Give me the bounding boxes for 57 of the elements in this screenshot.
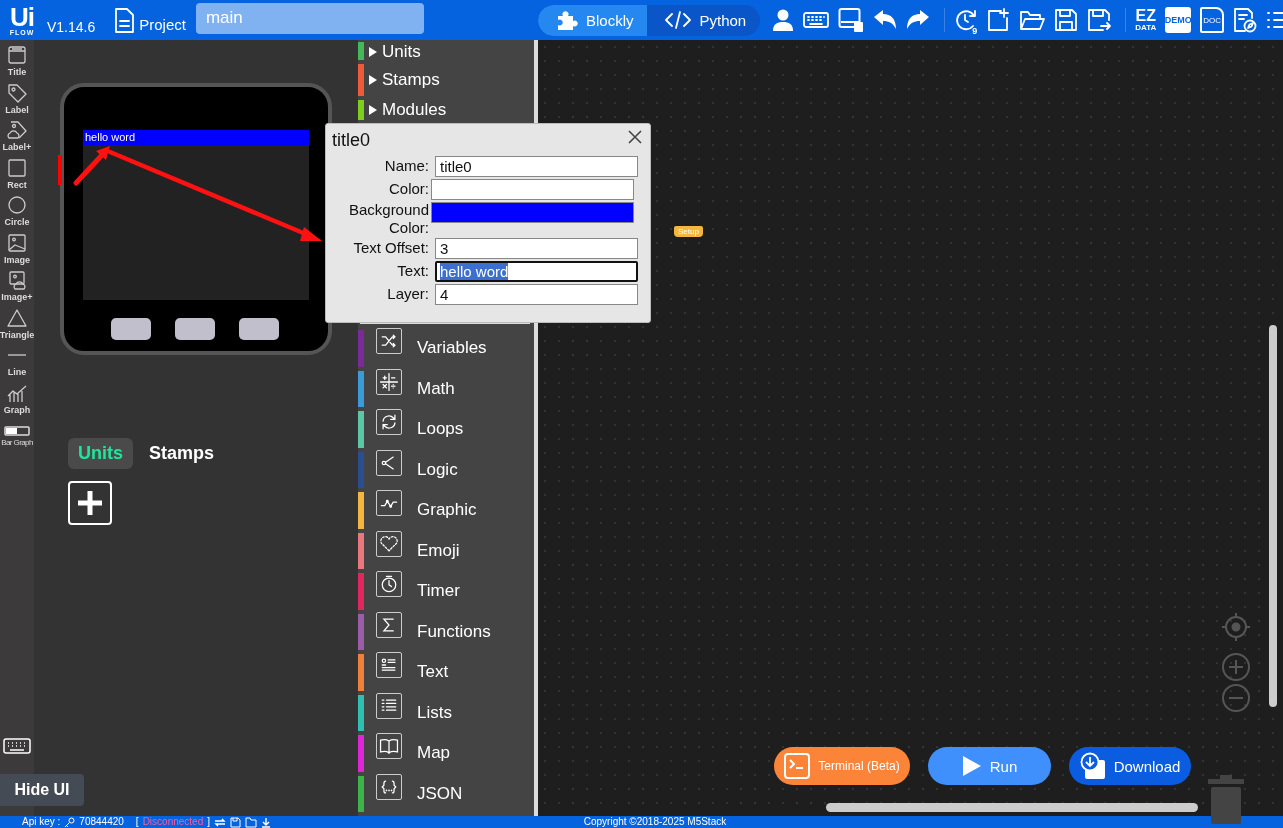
tool-button[interactable]: Line: [0, 342, 34, 380]
tool-button[interactable]: Circle: [0, 192, 34, 230]
field-label: Text Offset:: [352, 238, 430, 258]
api-key-label: Api key :: [22, 816, 61, 828]
input-field[interactable]: title0: [435, 156, 638, 177]
field-label: Layer:: [386, 284, 430, 304]
history-button[interactable]: 9: [954, 8, 978, 32]
category-item[interactable]: Text: [358, 652, 534, 693]
tool-button[interactable]: Label: [0, 79, 34, 117]
field-label: Name:: [383, 156, 430, 176]
connection-status: Disconnected: [142, 816, 204, 828]
mode-tab[interactable]: Python: [647, 4, 761, 36]
tool-button[interactable]: Bar Graph: [0, 417, 34, 455]
hide-ui-button[interactable]: Hide UI: [0, 774, 84, 806]
bracket-text: ]: [207, 816, 210, 828]
version-label: V1.14.6: [47, 19, 96, 35]
category-item[interactable]: Map: [358, 733, 534, 774]
panel-tab[interactable]: Units: [68, 438, 133, 469]
project-button[interactable]: Project: [113, 5, 186, 35]
category-item[interactable]: Modules: [358, 98, 534, 122]
input-field[interactable]: 4: [435, 284, 638, 305]
field-label: Background Color:: [347, 201, 430, 237]
copyright-text: Copyright ©2018-2025 M5Stack: [583, 816, 727, 828]
dialog-title: title0: [332, 130, 371, 151]
category-item[interactable]: Lists: [358, 692, 534, 733]
tool-button[interactable]: Rect: [0, 154, 34, 192]
category-item[interactable]: Functions: [358, 611, 534, 652]
category-item[interactable]: Timer: [358, 571, 534, 612]
api-key-value: 70844420: [79, 816, 124, 828]
tool-button[interactable]: Label+: [0, 117, 34, 155]
bracket-text: [: [135, 816, 139, 828]
tool-button[interactable]: Title: [0, 42, 34, 80]
screen-title: hello word: [83, 130, 309, 145]
category-item[interactable]: Variables: [358, 328, 534, 369]
category-item[interactable]: Math: [358, 368, 534, 409]
panel-tab[interactable]: Stamps: [139, 438, 225, 469]
tool-button[interactable]: Image: [0, 229, 34, 267]
category-item[interactable]: Units: [358, 40, 534, 62]
tool-button[interactable]: Triangle: [0, 304, 34, 342]
logo-mark: Ui: [10, 4, 34, 29]
mode-tab[interactable]: Blockly: [537, 4, 648, 36]
category-item[interactable]: Loops: [358, 409, 534, 450]
demo-button[interactable]: DEMO: [1165, 7, 1192, 33]
category-item[interactable]: Emoji: [358, 530, 534, 571]
tool-button[interactable]: Graph: [0, 379, 34, 417]
category-item[interactable]: JSON: [358, 773, 534, 814]
download-button[interactable]: Download: [1069, 747, 1191, 785]
ez-data-button[interactable]: EZ DATA: [1135, 8, 1157, 32]
category-item[interactable]: Logic: [358, 449, 534, 490]
category-item[interactable]: Graphic: [358, 490, 534, 531]
field-label: Color:: [388, 179, 430, 199]
category-item[interactable]: Stamps: [358, 62, 534, 98]
input-field[interactable]: hello word: [435, 261, 638, 282]
doc-button[interactable]: DOC: [1200, 7, 1225, 33]
tool-button[interactable]: Image+: [0, 267, 34, 305]
input-field[interactable]: 3: [435, 238, 638, 259]
field-label: Text:: [396, 261, 430, 281]
